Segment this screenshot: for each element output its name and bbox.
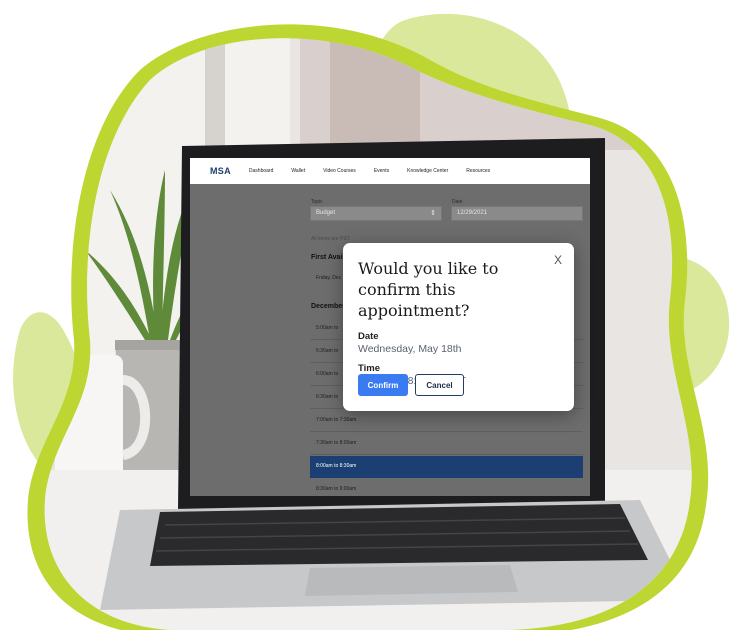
- time-label: Time: [358, 363, 381, 374]
- first-available-slot[interactable]: Friday, Dec: [316, 275, 341, 281]
- cancel-button[interactable]: Cancel: [415, 374, 464, 396]
- date-label: Date: [358, 331, 379, 342]
- confirm-button[interactable]: Confirm: [358, 374, 408, 396]
- msa-logo: MSA: [210, 166, 231, 176]
- time-slot[interactable]: 7:30am to 8:00am: [310, 433, 583, 455]
- nav-wallet[interactable]: Wallet: [291, 168, 305, 174]
- date-input[interactable]: 12/29/2021: [451, 206, 583, 221]
- dialog-title: Would you like to confirm this appointme…: [358, 259, 499, 320]
- close-icon[interactable]: X: [554, 253, 562, 267]
- confirm-appointment-dialog: X Would you like to confirm this appoint…: [343, 243, 574, 411]
- topic-select[interactable]: Budget ⇕: [310, 206, 442, 221]
- time-slot[interactable]: 7:00am to 7:30am: [310, 410, 583, 432]
- nav-dashboard[interactable]: Dashboard: [249, 168, 273, 174]
- nav-events[interactable]: Events: [374, 168, 389, 174]
- time-slot-selected[interactable]: 8:00am to 8:30am: [310, 456, 583, 478]
- date-value: 12/29/2021: [457, 210, 488, 216]
- time-slot[interactable]: 8:30am to 9:00am: [310, 481, 583, 495]
- december-heading: December: [311, 303, 345, 310]
- dialog-actions: Confirm Cancel: [358, 374, 464, 396]
- nav-resources[interactable]: Resources: [466, 168, 490, 174]
- date-label: Date: [452, 199, 463, 205]
- app-navbar: MSA Dashboard Wallet Video Courses Event…: [190, 158, 590, 184]
- marketing-graphic: MSA Dashboard Wallet Video Courses Event…: [0, 0, 741, 630]
- nav-knowledge-center[interactable]: Knowledge Center: [407, 168, 448, 174]
- select-arrows-icon: ⇕: [430, 210, 436, 217]
- topic-value: Budget: [316, 210, 336, 216]
- date-value: Wednesday, May 18th: [358, 343, 462, 355]
- timezone-note: All times are PST: [311, 236, 350, 242]
- topic-label: Topic: [311, 199, 323, 205]
- nav-video-courses[interactable]: Video Courses: [323, 168, 356, 174]
